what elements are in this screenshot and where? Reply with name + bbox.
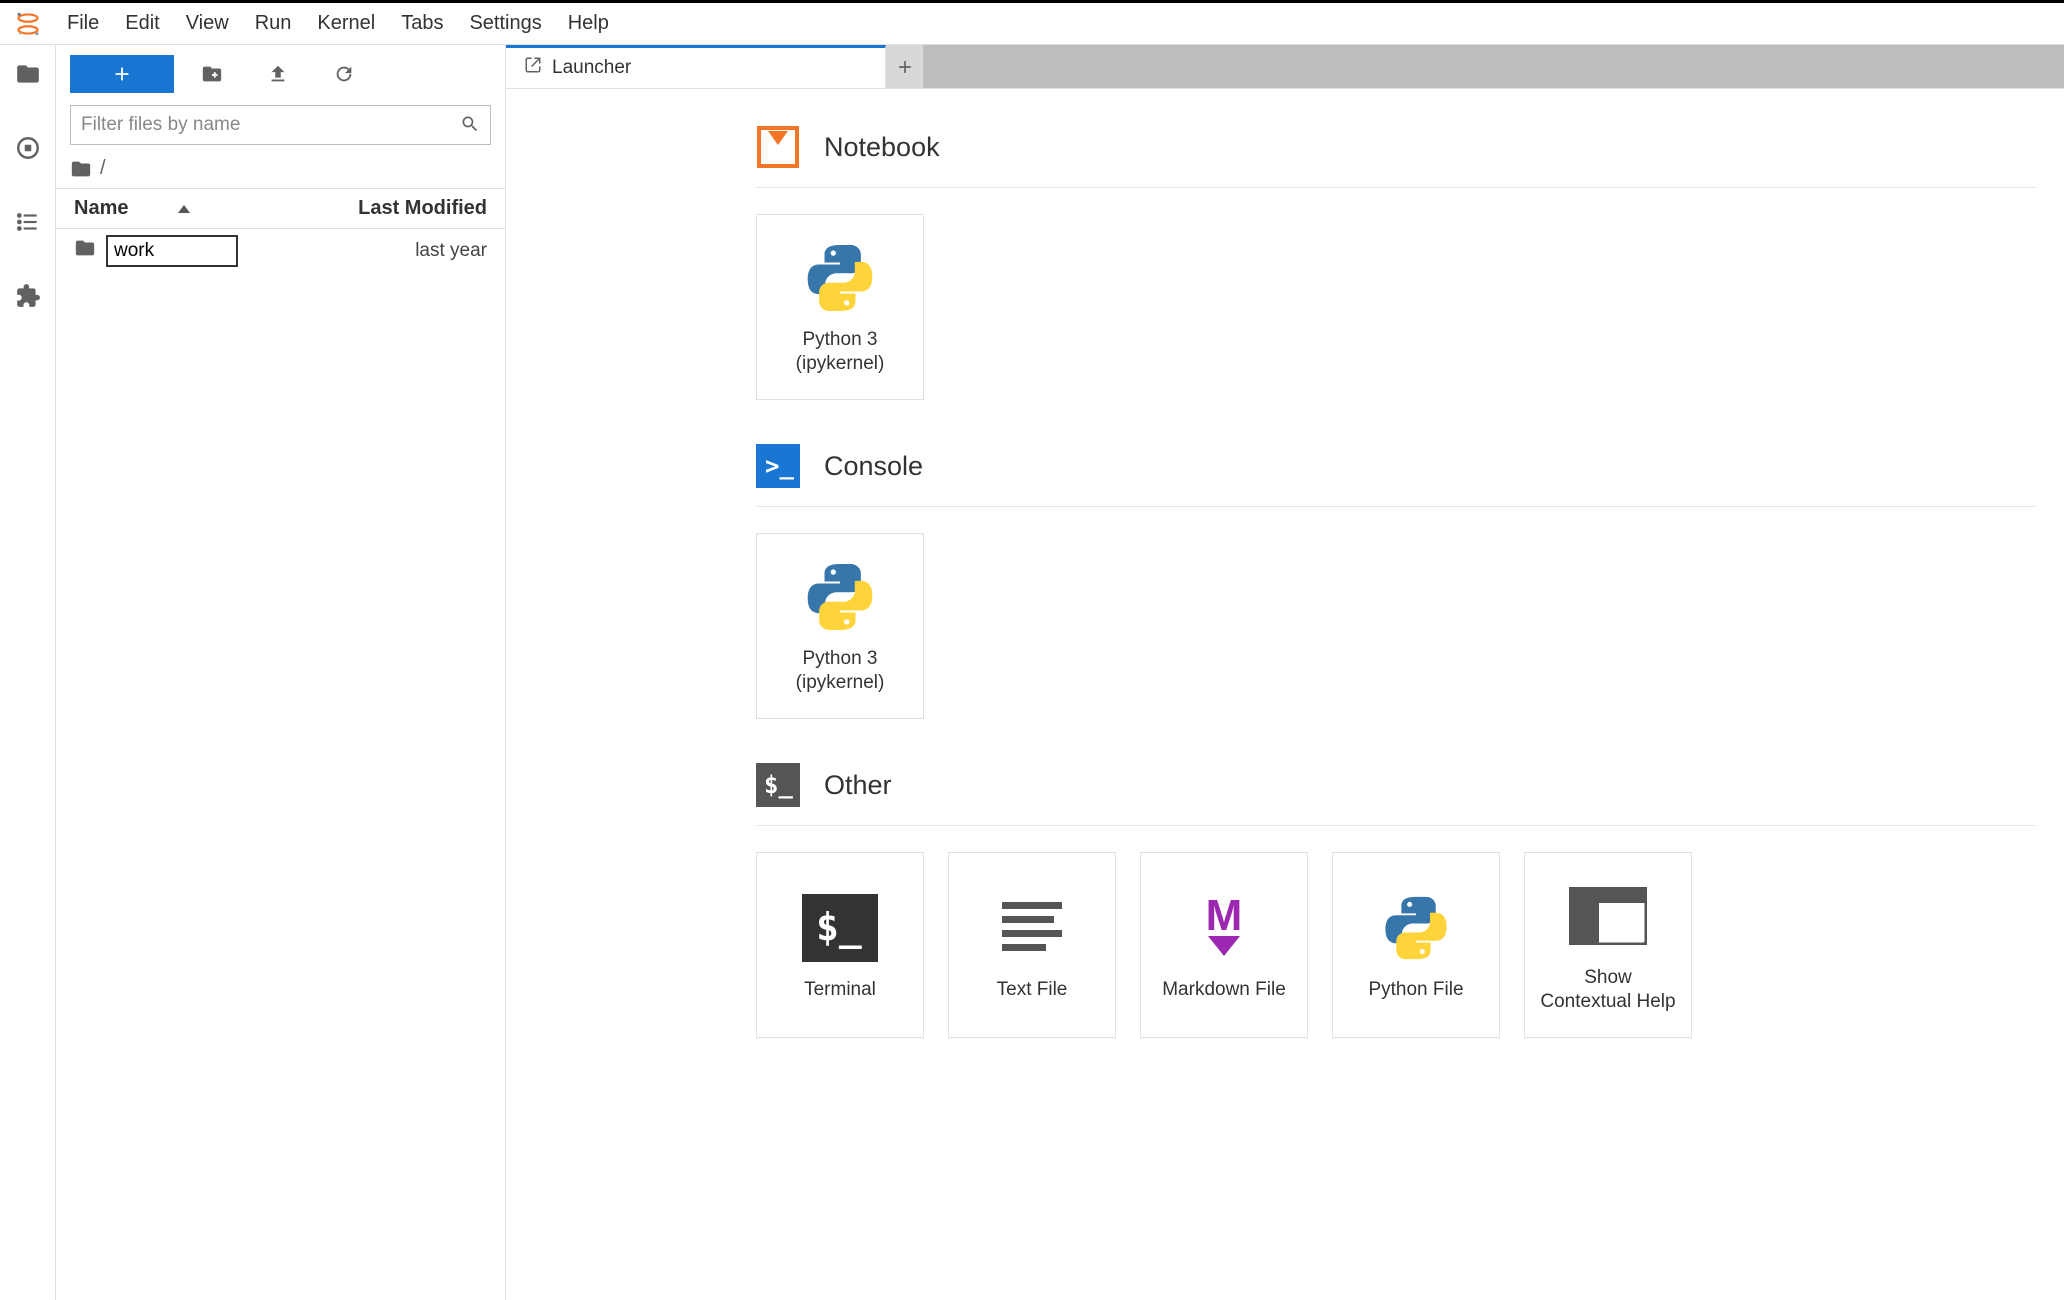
card-label: Python 3(ipykernel): [796, 647, 885, 695]
card-markdown-file[interactable]: M Markdown File: [1140, 852, 1308, 1038]
card-notebook-python3[interactable]: Python 3(ipykernel): [756, 214, 924, 400]
tabbar: Launcher: [506, 45, 2064, 89]
menu-file[interactable]: File: [54, 6, 112, 41]
notebook-section-icon: [756, 125, 800, 169]
menu-settings[interactable]: Settings: [456, 6, 554, 41]
sort-ascending-icon: [178, 205, 190, 213]
menubar: File Edit View Run Kernel Tabs Settings …: [0, 3, 2064, 45]
contextual-help-icon: [1569, 876, 1647, 956]
jupyter-logo-icon: [14, 10, 42, 38]
card-console-python3[interactable]: Python 3(ipykernel): [756, 533, 924, 719]
terminal-icon: $_: [802, 888, 878, 968]
file-browser-sidebar: / Name Last Modified last year: [56, 45, 506, 1300]
filter-box: [70, 105, 491, 145]
console-section-icon: >_: [756, 444, 800, 488]
toc-tab-icon[interactable]: [13, 207, 43, 237]
svg-text:$_: $_: [816, 905, 862, 949]
card-text-file[interactable]: Text File: [948, 852, 1116, 1038]
card-python-file[interactable]: Python File: [1332, 852, 1500, 1038]
menu-kernel[interactable]: Kernel: [304, 6, 388, 41]
upload-icon[interactable]: [250, 55, 306, 93]
add-tab-button[interactable]: [886, 45, 924, 88]
menu-help[interactable]: Help: [555, 6, 622, 41]
card-label: Terminal: [804, 978, 876, 1002]
rename-input[interactable]: [106, 235, 238, 267]
markdown-icon: M: [1188, 888, 1260, 968]
search-icon: [460, 114, 480, 137]
card-label: Python File: [1368, 978, 1463, 1002]
tab-launcher[interactable]: Launcher: [506, 45, 886, 88]
card-terminal[interactable]: $_ Terminal: [756, 852, 924, 1038]
launcher-body: Notebook Python 3(ipykernel): [506, 89, 2064, 1300]
card-label: ShowContextual Help: [1540, 966, 1675, 1014]
file-row[interactable]: last year: [56, 229, 505, 273]
card-label: Text File: [997, 978, 1068, 1002]
file-modified: last year: [415, 240, 487, 262]
new-launcher-button[interactable]: [70, 55, 174, 93]
menu-tabs[interactable]: Tabs: [388, 6, 456, 41]
file-browser-tab-icon[interactable]: [13, 59, 43, 89]
column-modified-header[interactable]: Last Modified: [358, 197, 487, 220]
tab-label: Launcher: [552, 57, 631, 79]
card-contextual-help[interactable]: ShowContextual Help: [1524, 852, 1692, 1038]
refresh-icon[interactable]: [316, 55, 372, 93]
section-title: Other: [824, 770, 892, 801]
svg-text:>_: >_: [765, 452, 794, 480]
text-file-icon: [996, 888, 1068, 968]
activity-bar: [0, 45, 56, 1300]
extensions-tab-icon[interactable]: [13, 281, 43, 311]
section-title: Console: [824, 451, 923, 482]
python-icon: [803, 238, 877, 318]
svg-text:M: M: [1206, 892, 1243, 940]
launcher-tab-icon: [524, 56, 542, 80]
python-icon: [803, 557, 877, 637]
breadcrumb-path: /: [100, 157, 106, 180]
menu-edit[interactable]: Edit: [112, 6, 172, 41]
folder-icon: [74, 237, 96, 265]
menu-run[interactable]: Run: [242, 6, 305, 41]
card-label: Python 3(ipykernel): [796, 328, 885, 376]
section-title: Notebook: [824, 132, 940, 163]
svg-text:$_: $_: [764, 771, 793, 799]
card-label: Markdown File: [1162, 978, 1286, 1002]
python-icon: [1381, 888, 1451, 968]
breadcrumb[interactable]: /: [56, 155, 505, 188]
other-section-icon: $_: [756, 763, 800, 807]
menu-view[interactable]: View: [173, 6, 242, 41]
new-folder-icon[interactable]: [184, 55, 240, 93]
column-name-header[interactable]: Name: [74, 197, 358, 220]
running-tab-icon[interactable]: [13, 133, 43, 163]
filter-input[interactable]: [81, 114, 460, 136]
